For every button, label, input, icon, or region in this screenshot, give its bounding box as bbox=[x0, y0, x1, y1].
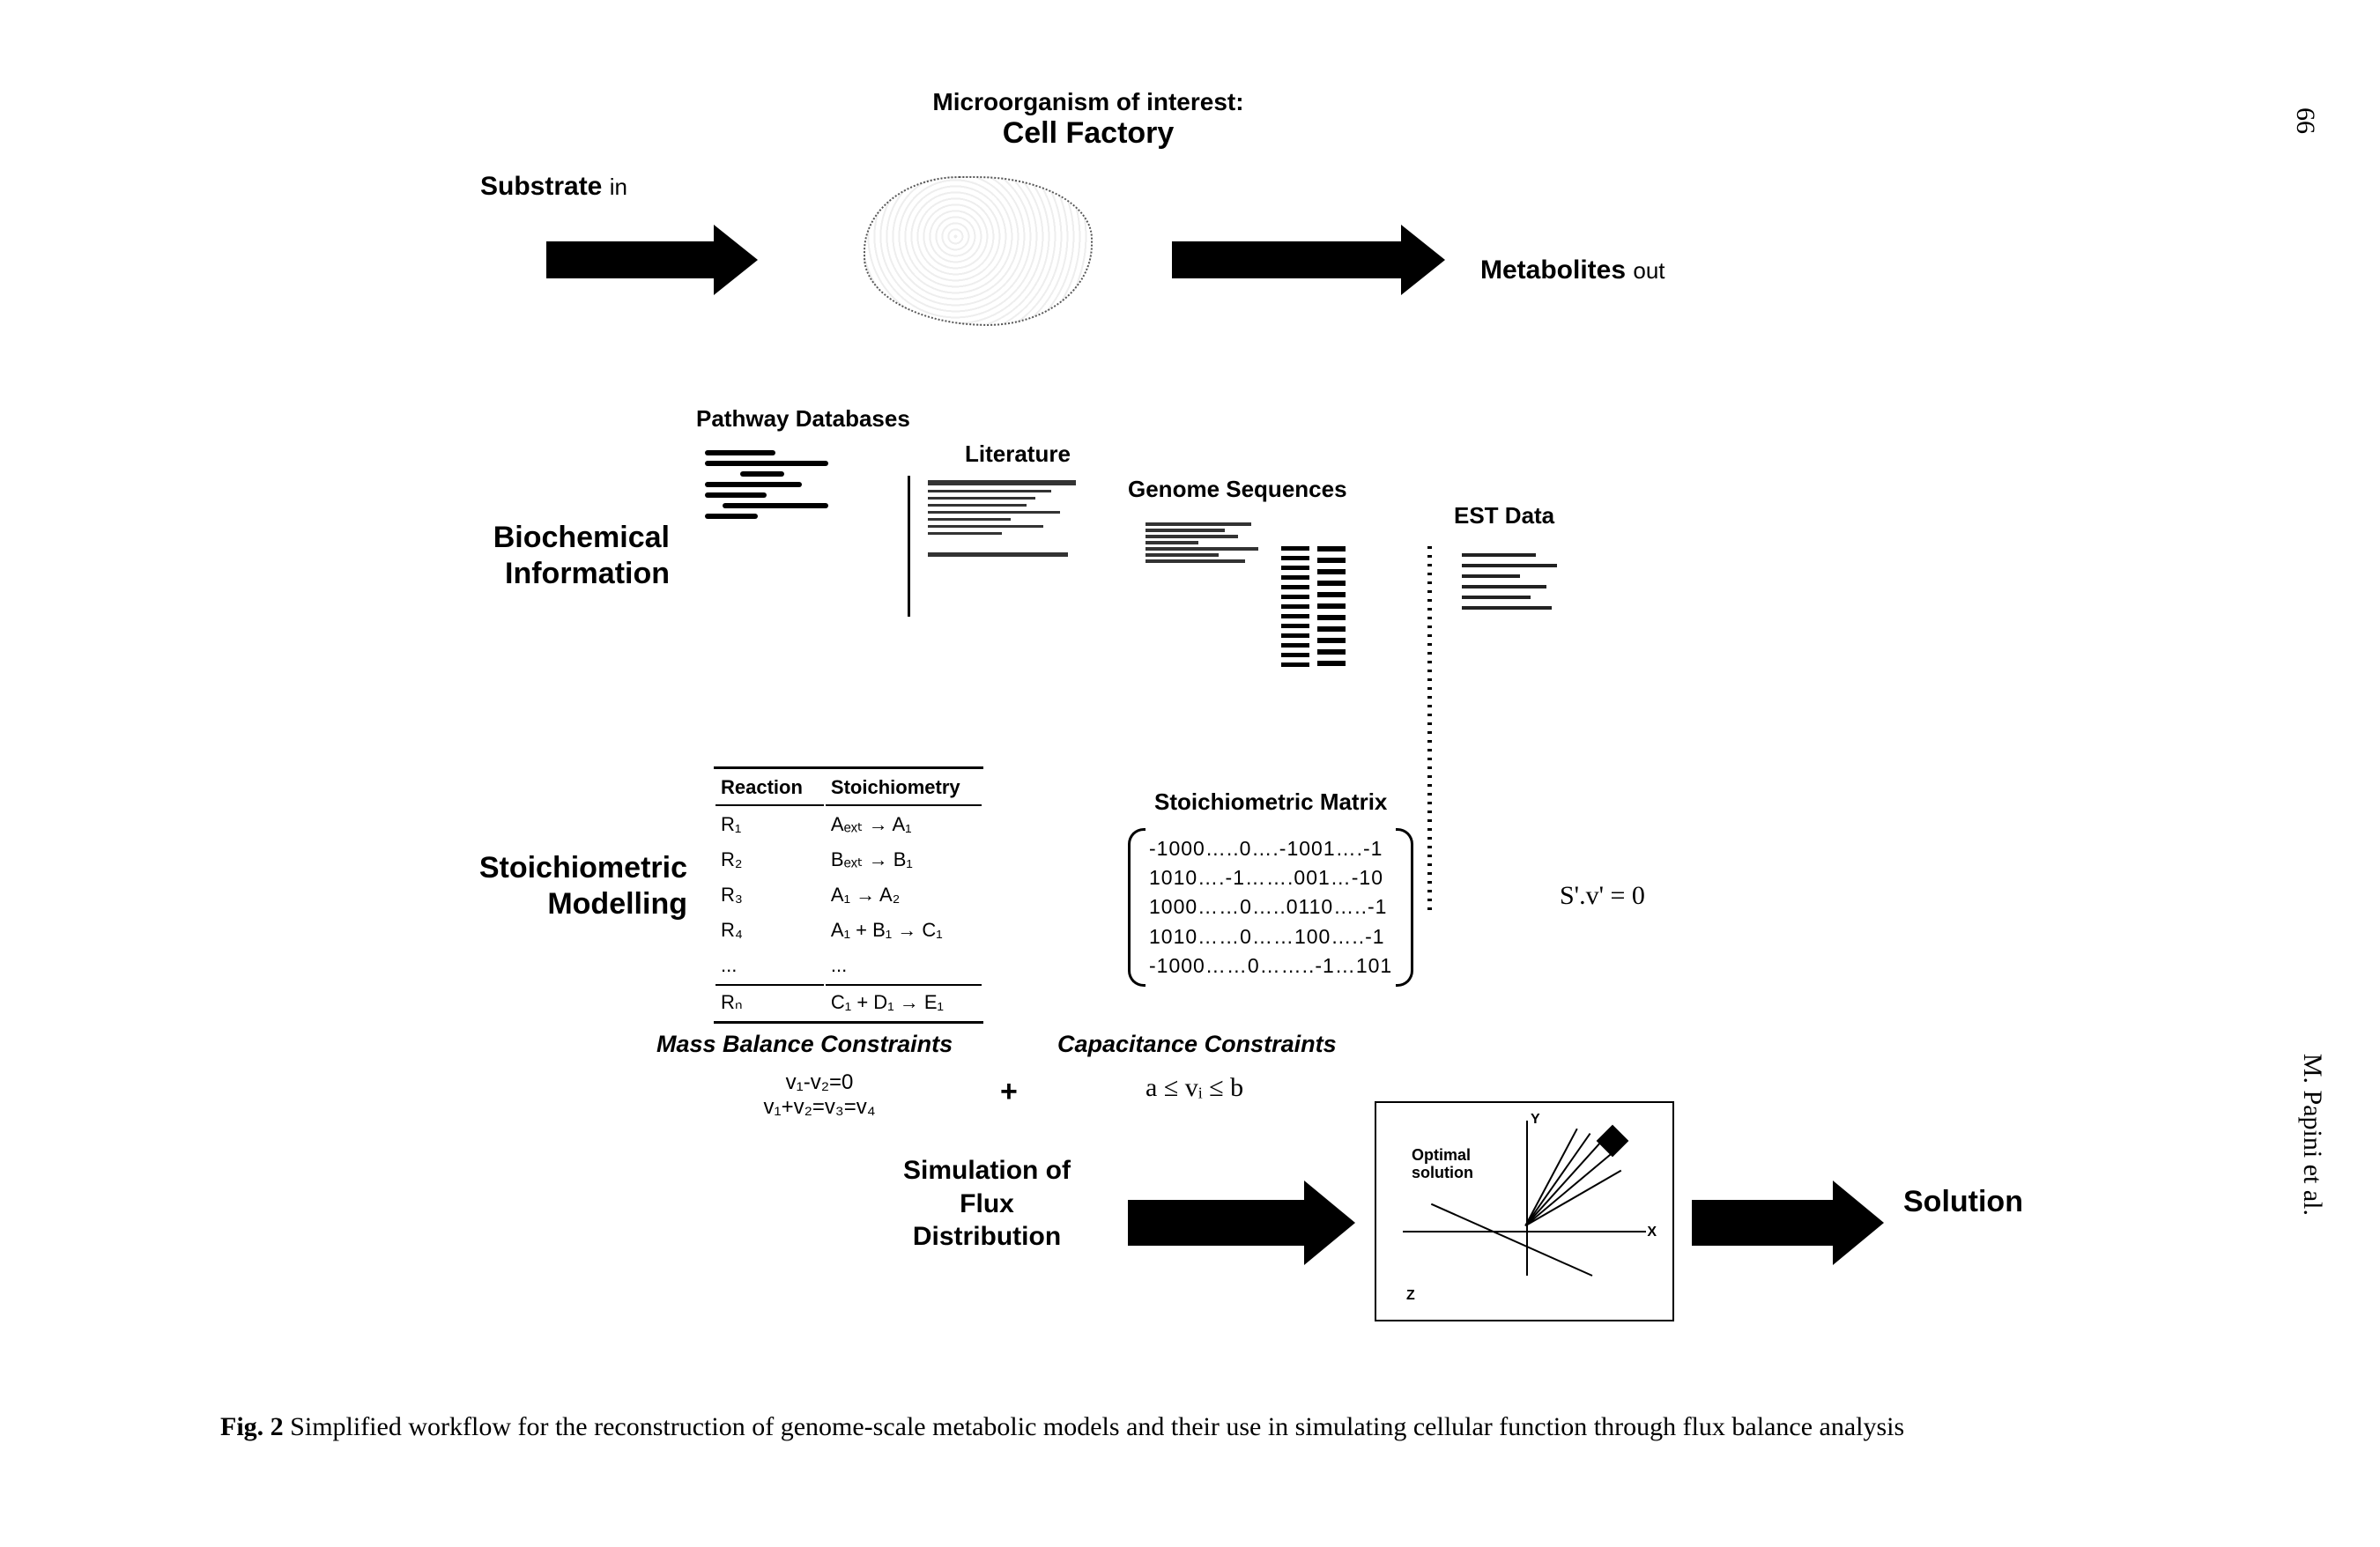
steady-state-equation: S'.v' = 0 bbox=[1560, 881, 1645, 911]
axis-x-label: X bbox=[1647, 1225, 1657, 1240]
mass-balance-equations: v₁-v₂=0 v₁+v₂=v₃=v₄ bbox=[749, 1070, 890, 1120]
table-row: R₄A₁ + B₁ → C₁ bbox=[715, 914, 982, 947]
microorganism-heading: Microorganism of interest: Cell Factory bbox=[886, 88, 1291, 151]
plus-symbol: + bbox=[1000, 1075, 1018, 1109]
table-row: RₙC₁ + D₁ → E₁ bbox=[715, 984, 982, 1019]
cell-blob-icon bbox=[864, 176, 1093, 326]
genome-sequences-label: Genome Sequences bbox=[1128, 476, 1347, 503]
table-row: ...... bbox=[715, 949, 982, 982]
table-row: R₁Aₑₓₜ → A₁ bbox=[715, 808, 982, 841]
arrow-substrate-in bbox=[546, 225, 758, 295]
section-stoichiometric-modelling: Stoichiometric Modelling bbox=[397, 850, 687, 922]
pathway-databases-label: Pathway Databases bbox=[696, 405, 910, 433]
capacitance-equation: a ≤ vᵢ ≤ b bbox=[1146, 1073, 1243, 1103]
est-data-label: EST Data bbox=[1454, 502, 1554, 529]
reaction-table-header-stoichiometry: Stoichiometry bbox=[826, 771, 982, 806]
reaction-table: Reaction Stoichiometry R₁Aₑₓₜ → A₁ R₂Bₑₓ… bbox=[714, 766, 983, 1024]
est-data-icon bbox=[1427, 546, 1657, 687]
literature-label: Literature bbox=[965, 440, 1071, 468]
stoichiometric-matrix: -1000…..0….-1001….-1 1010….-1…….001…-10 … bbox=[1128, 828, 1413, 987]
optimal-solution-label: Optimal solution bbox=[1412, 1147, 1473, 1182]
arrow-to-solution bbox=[1692, 1181, 1884, 1265]
stoichiometric-matrix-label: Stoichiometric Matrix bbox=[1154, 788, 1387, 816]
simulation-flux-distribution-label: Simulation of Flux Distribution bbox=[864, 1154, 1110, 1254]
pathway-databases-icon bbox=[705, 445, 881, 586]
arrow-metabolites-out bbox=[1172, 225, 1445, 295]
table-row: R₃A₁ → A₂ bbox=[715, 878, 982, 912]
genome-sequences-icon bbox=[1146, 520, 1392, 661]
arrow-to-solution-space bbox=[1128, 1181, 1355, 1265]
solution-space-plot: Optimal solution Y X Z bbox=[1375, 1101, 1674, 1321]
table-row: R₂Bₑₓₜ → B₁ bbox=[715, 843, 982, 877]
mass-balance-constraints-label: Mass Balance Constraints bbox=[656, 1031, 953, 1058]
axis-z-label: Z bbox=[1406, 1288, 1415, 1304]
solution-label: Solution bbox=[1903, 1185, 2023, 1219]
reaction-table-header-reaction: Reaction bbox=[715, 771, 824, 806]
literature-icon bbox=[908, 476, 1093, 617]
axis-y-label: Y bbox=[1531, 1112, 1540, 1128]
page-number: 66 bbox=[2290, 107, 2320, 134]
capacitance-constraints-label: Capacitance Constraints bbox=[1057, 1031, 1337, 1058]
substrate-label: Substrate in bbox=[480, 172, 627, 202]
section-biochemical-information: Biochemical Information bbox=[379, 520, 670, 592]
metabolites-label: Metabolites out bbox=[1480, 255, 1665, 285]
running-author: M. Papini et al. bbox=[2297, 1054, 2327, 1216]
figure-caption: Fig. 2 Simplified workflow for the recon… bbox=[220, 1410, 2213, 1446]
